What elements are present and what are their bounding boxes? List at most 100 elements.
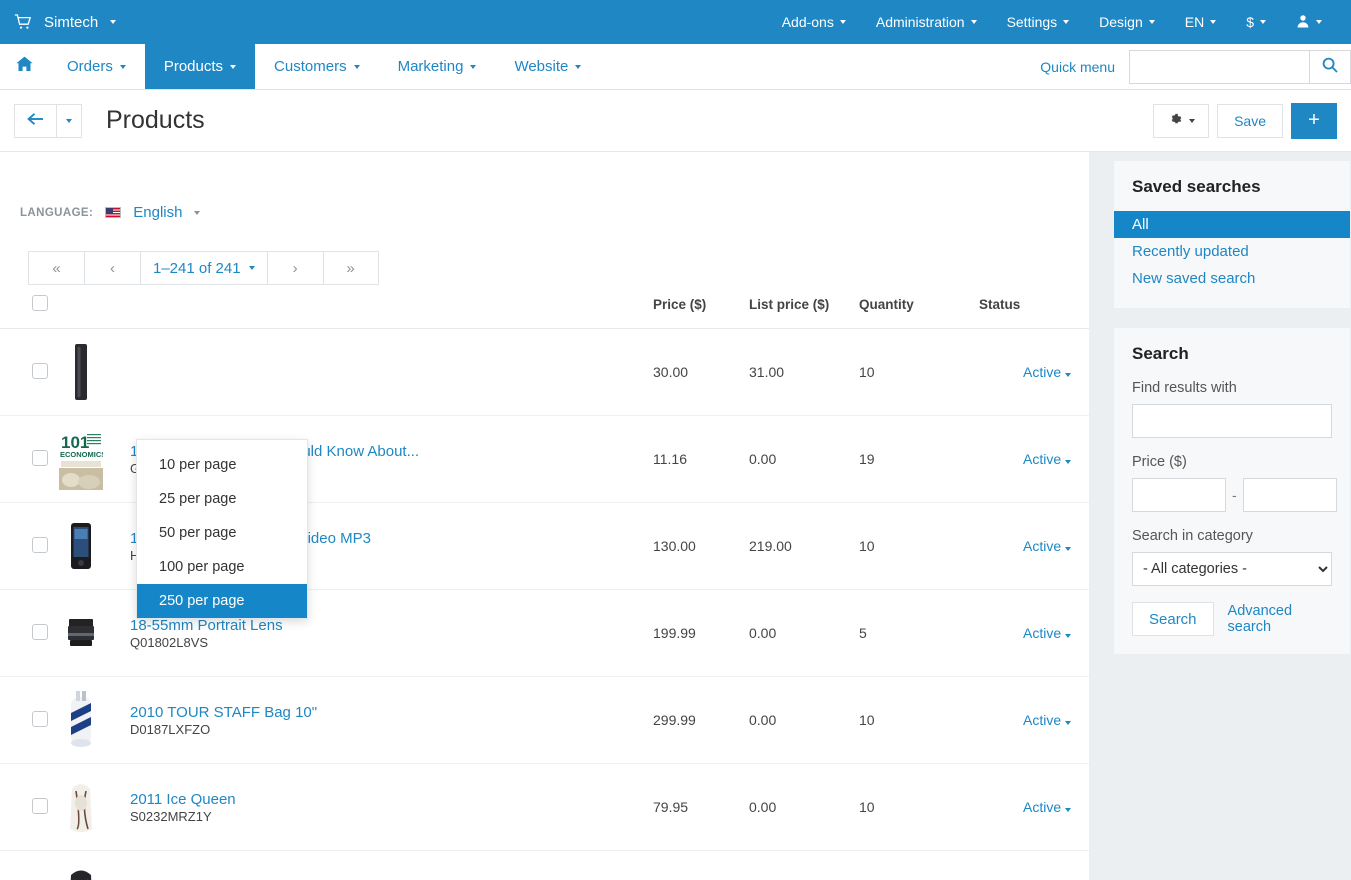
golf-bag-thumb — [58, 689, 104, 751]
per-page-option-100[interactable]: 100 per page — [137, 550, 307, 584]
status-badge[interactable]: Active — [1023, 364, 1061, 380]
header-image — [58, 285, 130, 329]
row-checkbox[interactable] — [32, 797, 48, 814]
chevron-down-icon[interactable] — [1065, 634, 1071, 638]
back-button-group — [14, 103, 82, 138]
nav-item-products[interactable]: Products — [144, 44, 256, 89]
chevron-down-icon[interactable] — [194, 210, 201, 215]
back-button[interactable] — [14, 103, 56, 138]
row-name-cell: 2011 Pit Boss B0230S7Q0V — [130, 850, 653, 880]
row-checkbox[interactable] — [32, 449, 48, 466]
per-page-option-10[interactable]: 10 per page — [137, 448, 307, 482]
saved-searches-title: Saved searches — [1132, 177, 1261, 196]
add-product-button[interactable]: + — [1291, 102, 1337, 139]
chevron-down-icon — [575, 64, 582, 69]
pagination-next[interactable]: › — [266, 251, 323, 285]
chevron-down-icon[interactable] — [1065, 721, 1071, 725]
select-all-checkbox[interactable] — [32, 295, 48, 311]
sidebar-item-all[interactable]: All — [1114, 211, 1350, 238]
status-badge[interactable]: Active — [1023, 538, 1061, 554]
row-quantity: 10 — [859, 850, 979, 880]
price-to-input[interactable] — [1242, 478, 1337, 512]
row-checkbox[interactable] — [32, 536, 48, 553]
row-quantity: 19 — [859, 415, 979, 503]
save-button[interactable]: Save — [1217, 103, 1283, 138]
global-search-input[interactable] — [1129, 49, 1309, 84]
header-status[interactable]: Status — [979, 285, 1089, 329]
pagination-count-dropdown[interactable]: 1–241 of 241 — [140, 251, 267, 285]
row-list-price: 0.00 — [749, 415, 859, 503]
row-thumbnail-cell — [58, 763, 130, 851]
per-page-option-25[interactable]: 25 per page — [137, 482, 307, 516]
chevron-down-icon — [1188, 118, 1195, 123]
row-select-cell — [0, 415, 58, 503]
chevron-down-icon — [230, 64, 237, 69]
topbar-menu-settings[interactable]: Settings — [992, 14, 1085, 30]
chevron-down-icon[interactable] — [1065, 460, 1071, 464]
per-page-dropdown-menu[interactable]: 10 per page 25 per page 50 per page 100 … — [136, 439, 308, 619]
per-page-option-50[interactable]: 50 per page — [137, 516, 307, 550]
sidebar-item-recently-updated[interactable]: Recently updated — [1114, 238, 1350, 265]
nav-home-button[interactable] — [0, 44, 48, 89]
topbar-menu-currency[interactable]: $ — [1231, 14, 1281, 30]
status-badge[interactable]: Active — [1023, 451, 1061, 467]
header-price[interactable]: Price ($) — [653, 285, 749, 329]
find-results-input[interactable] — [1132, 404, 1332, 438]
table-row[interactable]: 2011 Ice Queen S0232MRZ1Y 79.95 0.00 10 … — [0, 763, 1089, 851]
row-checkbox[interactable] — [32, 710, 48, 727]
topbar-menu-language[interactable]: EN — [1170, 14, 1231, 30]
nav-item-website[interactable]: Website — [495, 44, 600, 89]
language-value[interactable]: English — [133, 204, 182, 221]
quick-menu-link[interactable]: Quick menu — [1026, 59, 1129, 75]
table-row[interactable]: 2010 TOUR STAFF Bag 10" D0187LXFZO 299.9… — [0, 676, 1089, 764]
topbar-user-menu[interactable] — [1281, 14, 1337, 31]
pagination-last[interactable]: » — [322, 251, 379, 285]
products-table-head: Price ($) List price ($) Quantity Status — [0, 285, 1089, 329]
sidebar-item-new-saved-search[interactable]: New saved search — [1114, 265, 1350, 292]
pagination-prev[interactable]: ‹ — [84, 251, 140, 285]
category-select[interactable]: - All categories - — [1132, 552, 1332, 586]
chevron-down-icon[interactable] — [1065, 373, 1071, 377]
row-select-cell — [0, 850, 58, 880]
nav-item-orders[interactable]: Orders — [48, 44, 145, 89]
nav-item-customers[interactable]: Customers — [255, 44, 379, 89]
row-status-cell: Active — [979, 589, 1089, 677]
row-status-cell: Active — [979, 328, 1089, 416]
status-badge[interactable]: Active — [1023, 799, 1061, 815]
svg-text:ECONOMICS: ECONOMICS — [60, 450, 103, 459]
header-quantity[interactable]: Quantity — [859, 285, 979, 329]
page-actions: Save + — [1153, 102, 1337, 139]
chevron-down-icon[interactable] — [1065, 547, 1071, 551]
brand-link[interactable]: Simtech — [14, 14, 117, 31]
advanced-search-link[interactable]: Advanced search — [1228, 603, 1332, 635]
search-button[interactable]: Search — [1132, 602, 1214, 636]
header-list-price[interactable]: List price ($) — [749, 285, 859, 329]
nav-item-products-label: Products — [163, 58, 224, 75]
pagination-first[interactable]: « — [28, 251, 84, 285]
product-name-link[interactable]: 18-55mm Portrait Lens — [130, 617, 653, 634]
per-page-option-250[interactable]: 250 per page — [137, 584, 307, 618]
topbar-menu-addons-label: Add-ons — [781, 14, 834, 30]
chevron-down-icon[interactable] — [1065, 808, 1071, 812]
topbar-menu-addons[interactable]: Add-ons — [767, 14, 861, 30]
product-name-link[interactable]: 2010 TOUR STAFF Bag 10" — [130, 704, 653, 721]
status-badge[interactable]: Active — [1023, 625, 1061, 641]
row-checkbox[interactable] — [32, 362, 48, 379]
price-from-input[interactable] — [1132, 478, 1226, 512]
nav-item-marketing[interactable]: Marketing — [379, 44, 496, 89]
chevron-down-icon — [1316, 20, 1322, 24]
row-price: 199.99 — [653, 589, 749, 677]
row-checkbox[interactable] — [32, 623, 48, 640]
row-list-price: 0.00 — [749, 763, 859, 851]
table-row[interactable]: 30.00 31.00 10 Active — [0, 328, 1089, 416]
global-search-button[interactable] — [1309, 49, 1351, 84]
row-select-cell — [0, 328, 58, 416]
back-dropdown-button[interactable] — [56, 103, 82, 138]
topbar-menu-administration[interactable]: Administration — [861, 14, 992, 30]
table-row[interactable]: 2011 Pit Boss B0230S7Q0V 125.00 0.00 10 … — [0, 850, 1089, 880]
product-name-link[interactable]: 2011 Ice Queen — [130, 791, 653, 808]
settings-gear-button[interactable] — [1153, 103, 1210, 138]
topbar-menu-design-label: Design — [1099, 14, 1143, 30]
status-badge[interactable]: Active — [1023, 712, 1061, 728]
topbar-menu-design[interactable]: Design — [1084, 14, 1170, 30]
